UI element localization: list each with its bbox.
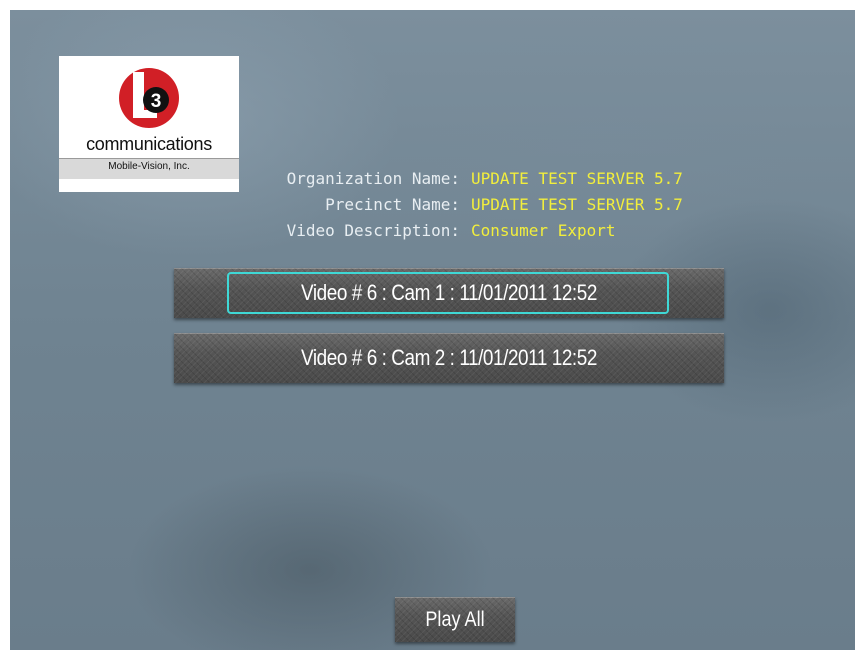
player-screen: 3 communications Mobile-Vision, Inc. Org… [10,10,855,650]
logo-wordmark: communications [86,134,212,154]
video-button-label: Video # 6 : Cam 1 : 11/01/2011 12:52 [301,280,597,305]
logo-mark-text: 3 [151,91,162,112]
organization-value: UPDATE TEST SERVER 5.7 [471,169,683,188]
logo-subtitle: Mobile-Vision, Inc. [108,161,190,172]
organization-row: Organization Name: UPDATE TEST SERVER 5.… [246,166,683,192]
video-button-label: Video # 6 : Cam 2 : 11/01/2011 12:52 [301,345,597,370]
l3-logo-icon: 3 [119,68,179,128]
organization-label: Organization Name: [286,169,460,188]
play-all-button[interactable]: Play All [395,597,515,642]
video-button-cam-1[interactable]: Video # 6 : Cam 1 : 11/01/2011 12:52 [174,268,724,318]
description-row: Video Description: Consumer Export [246,218,683,244]
precinct-label: Precinct Name: [325,195,460,214]
precinct-row: Precinct Name: UPDATE TEST SERVER 5.7 [246,192,683,218]
precinct-value: UPDATE TEST SERVER 5.7 [471,195,683,214]
video-button-cam-2[interactable]: Video # 6 : Cam 2 : 11/01/2011 12:52 [174,333,724,383]
description-label: Video Description: [286,221,460,240]
video-info: Organization Name: UPDATE TEST SERVER 5.… [246,166,683,244]
play-all-label: Play All [425,607,485,631]
description-value: Consumer Export [471,221,616,240]
company-logo: 3 communications Mobile-Vision, Inc. [59,56,239,192]
